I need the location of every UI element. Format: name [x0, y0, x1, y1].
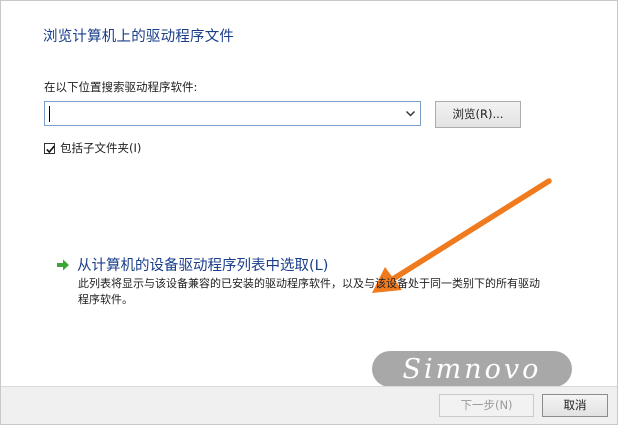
page-title: 浏览计算机上的驱动程序文件 — [43, 29, 235, 45]
pick-from-list-link[interactable]: 从计算机的设备驱动程序列表中选取(L) — [56, 254, 328, 275]
pick-from-list-description: 此列表将显示与该设备兼容的已安装的驱动程序软件，以及与该设备处于同一类别下的所有… — [78, 277, 540, 306]
dialog-footer: 下一步(N) 取消 — [1, 386, 617, 424]
include-subfolders-checkbox-row[interactable]: 包括子文件夹(I) — [44, 140, 141, 156]
next-button[interactable]: 下一步(N) — [439, 394, 534, 417]
text-caret — [49, 106, 50, 122]
search-location-label: 在以下位置搜索驱动程序软件: — [44, 80, 198, 94]
watermark: Simnovo — [372, 351, 572, 387]
chevron-down-icon[interactable] — [401, 103, 419, 124]
search-path-combobox[interactable] — [44, 101, 421, 126]
include-subfolders-label: 包括子文件夹(I) — [60, 141, 142, 155]
search-path-input[interactable] — [49, 105, 394, 122]
driver-browse-dialog: 浏览计算机上的驱动程序文件 在以下位置搜索驱动程序软件: 浏览(R)... 包括… — [0, 0, 618, 425]
green-arrow-icon — [57, 259, 69, 270]
watermark-text: Simnovo — [402, 353, 542, 385]
pick-from-list-label[interactable]: 从计算机的设备驱动程序列表中选取(L) — [77, 254, 328, 275]
cancel-button[interactable]: 取消 — [542, 394, 608, 417]
browse-button[interactable]: 浏览(R)... — [435, 101, 521, 128]
include-subfolders-checkbox[interactable] — [44, 142, 55, 154]
check-icon — [46, 145, 55, 153]
